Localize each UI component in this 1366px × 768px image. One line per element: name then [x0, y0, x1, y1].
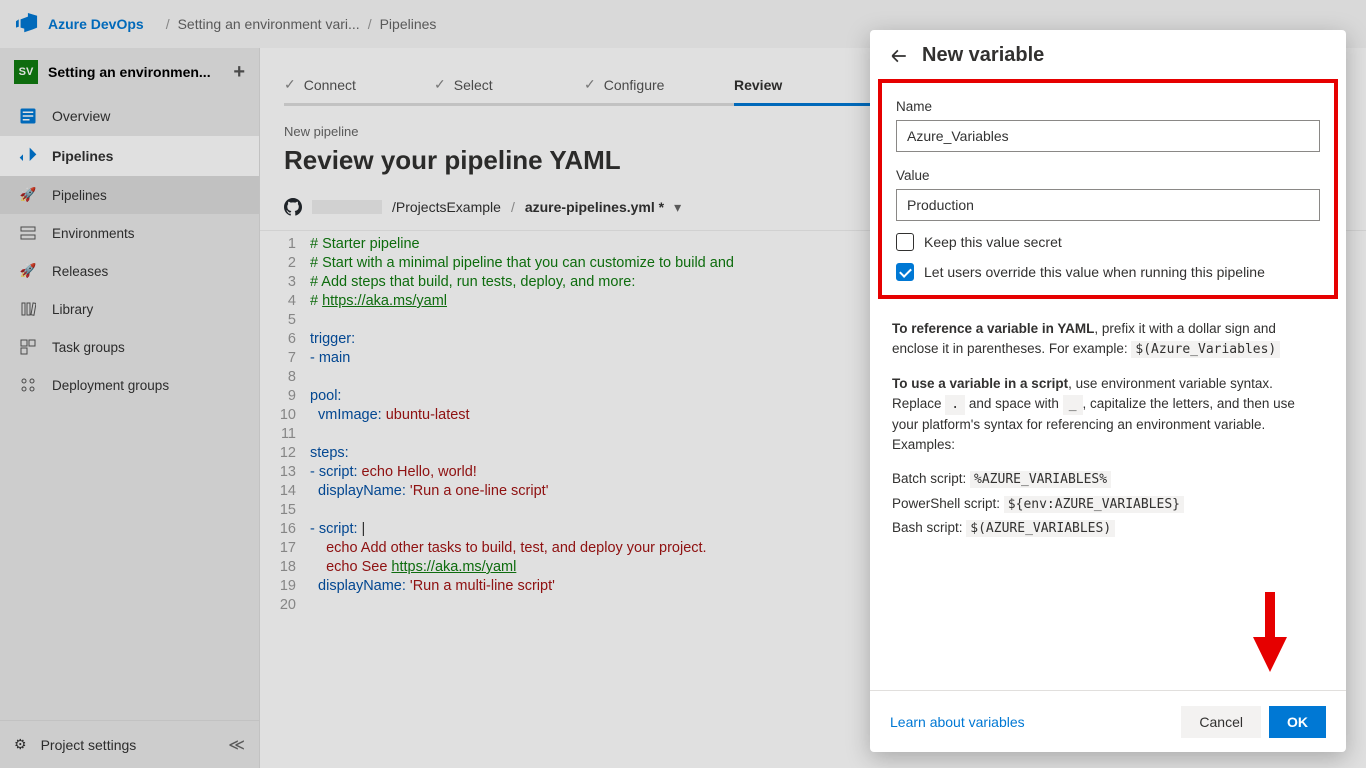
override-checkbox-row[interactable]: Let users override this value when runni…	[896, 263, 1320, 281]
value-label: Value	[896, 168, 1320, 183]
panel-title: New variable	[922, 44, 1044, 67]
help-text: To reference a variable in YAML, prefix …	[870, 301, 1346, 571]
panel-footer: Learn about variables Cancel OK	[870, 690, 1346, 752]
ok-button[interactable]: OK	[1269, 706, 1326, 738]
checkbox-checked-icon[interactable]	[896, 263, 914, 281]
name-label: Name	[896, 99, 1320, 114]
name-input[interactable]	[896, 120, 1320, 152]
back-arrow-icon[interactable]	[890, 47, 908, 65]
checkbox-unchecked-icon[interactable]	[896, 233, 914, 251]
cancel-button[interactable]: Cancel	[1181, 706, 1261, 738]
secret-checkbox-row[interactable]: Keep this value secret	[896, 233, 1320, 251]
form-highlight: Name Value Keep this value secret Let us…	[878, 79, 1338, 299]
learn-link[interactable]: Learn about variables	[890, 714, 1025, 730]
value-input[interactable]	[896, 189, 1320, 221]
new-variable-panel: New variable Name Value Keep this value …	[870, 30, 1346, 752]
annotation-arrow-icon	[1250, 592, 1290, 672]
